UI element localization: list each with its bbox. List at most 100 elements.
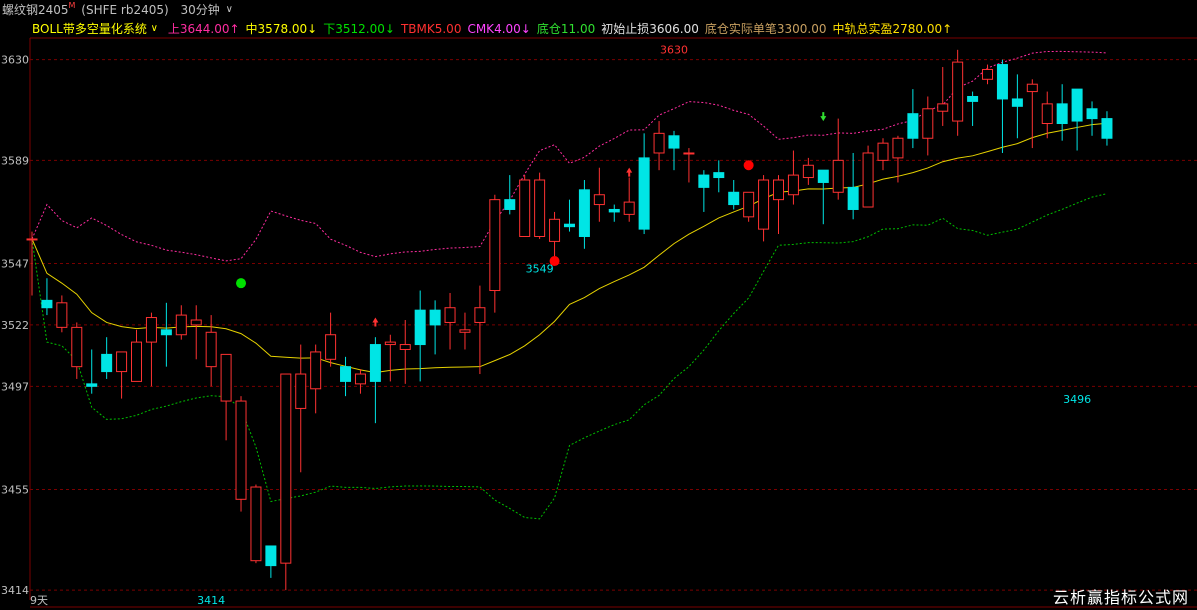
candle-body (399, 344, 411, 350)
candle-body (638, 157, 650, 230)
indicator-number: 2780.00↑ (892, 22, 953, 36)
candle-body (982, 68, 994, 80)
indicator-value-7: 底仓实际单笔 3300.00 (705, 20, 827, 38)
y-tick-label: 3522 (1, 319, 29, 332)
candle-body (71, 326, 83, 368)
indicator-label: 上 (167, 22, 180, 36)
y-tick-label: 3414 (1, 584, 29, 597)
indicator-label: TBMK (400, 22, 435, 36)
candle-body (668, 135, 680, 149)
indicator-value-8: 中轨总实盈 2780.00↑ (833, 20, 953, 38)
candle-body (190, 319, 202, 326)
y-tick-label: 3455 (1, 483, 29, 496)
candle-body (728, 191, 740, 206)
indicator-number: 3606.00 (649, 22, 699, 36)
candle-body (549, 218, 561, 242)
candle-body (1011, 98, 1023, 107)
price-annotation: 3496 (1063, 393, 1091, 406)
instrument-name[interactable]: 螺纹钢2405 (2, 0, 69, 20)
candle-body (1056, 103, 1068, 125)
candle-body (175, 314, 187, 336)
indicator-label: 中 (245, 22, 258, 36)
candle-body (952, 61, 964, 122)
candle-body (116, 351, 128, 373)
candle-body (563, 223, 575, 228)
candle-body (504, 199, 516, 210)
y-tick-label: 3497 (1, 380, 29, 393)
candle-body (802, 164, 814, 179)
indicator-number: 3300.00 (776, 22, 827, 36)
days-label: 9天 (30, 594, 48, 607)
indicator-value-4: CMK 4.00↓ (467, 20, 530, 38)
indicator-value-1: 中 3578.00↓ (246, 20, 318, 38)
candle-body (683, 152, 695, 155)
y-tick-label: 3589 (1, 154, 29, 167)
candle-body (847, 186, 859, 210)
candle-body (907, 113, 919, 139)
candle-body (877, 142, 889, 161)
candle-body (429, 309, 441, 326)
candle-body (892, 137, 904, 159)
candle-body (474, 307, 486, 323)
candle-body (519, 179, 531, 237)
indicator-label: 底仓实际单笔 (704, 22, 777, 36)
candle-body (832, 159, 844, 193)
candle-body (444, 307, 456, 323)
period-selector[interactable]: 30分钟 ∨ (181, 0, 233, 20)
candle-body (41, 299, 53, 309)
candle-body (325, 334, 337, 360)
signal-dot (236, 278, 247, 289)
indicator-label: 初始止损 (601, 22, 650, 36)
indicator-values: 上 3644.00↑ 中 3578.00↓ 下 3512.00↓ TBMK 5.00 C… (162, 20, 952, 38)
candle-body (250, 486, 262, 562)
candle-body (653, 132, 665, 154)
candle-body (773, 179, 784, 201)
candle-body (1086, 108, 1098, 120)
chevron-down-icon: ∨ (150, 23, 158, 34)
candle-body (56, 302, 68, 328)
candle-body (862, 152, 874, 208)
candle-body (414, 309, 426, 346)
indicator-selector[interactable]: BOLL带多空量化系统 ∨ (32, 20, 158, 38)
candle-body (608, 208, 620, 213)
candle-body (131, 341, 143, 382)
candle-body (534, 179, 546, 237)
indicator-number: 3644.00↑ (179, 22, 240, 36)
instrument-code: (SHFE rb2405) (81, 3, 169, 17)
indicator-label: 中轨总实盈 (832, 22, 893, 36)
candle-body (1071, 88, 1083, 122)
candle-body (265, 545, 277, 567)
candle-body (578, 189, 590, 237)
chevron-down-icon: ∨ (225, 4, 233, 15)
candle-body (145, 317, 157, 343)
candle-body (1041, 103, 1053, 125)
indicator-label: CMK (467, 22, 495, 36)
chart-header: 螺纹钢2405M (SHFE rb2405) 30分钟 ∨ (0, 0, 1197, 20)
candle-body (1026, 83, 1038, 93)
price-annotation: 3630 (660, 44, 688, 57)
candle-body (1101, 118, 1113, 139)
indicator-number: 3512.00↓ (335, 22, 395, 36)
indicator-name: BOLL带多空量化系统 (32, 22, 147, 36)
indicator-value-6: 初始止损 3606.00 (601, 20, 699, 38)
y-tick-label: 3630 (1, 54, 29, 67)
indicator-value-3: TBMK 5.00 (401, 20, 462, 38)
indicator-value-2: 下 3512.00↓ (323, 20, 395, 38)
candle-body (280, 373, 292, 564)
price-annotation: 3414 (197, 594, 225, 607)
candle-body (160, 329, 172, 336)
candle-body (698, 174, 710, 188)
candle-body (758, 179, 770, 230)
candle-body (713, 172, 725, 179)
indicator-number: 4.00↓ (494, 22, 531, 36)
candle-body (922, 108, 934, 139)
indicator-value-0: 上 3644.00↑ (168, 20, 240, 38)
candle-body (787, 174, 799, 196)
candle-body (817, 169, 829, 183)
candle-body (220, 353, 232, 402)
candle-body (593, 194, 605, 206)
candle-body (295, 373, 307, 409)
watermark: 云析赢指标公式网 (1052, 588, 1189, 607)
price-annotation: 3549 (526, 263, 554, 276)
y-tick-label: 3547 (1, 258, 29, 271)
